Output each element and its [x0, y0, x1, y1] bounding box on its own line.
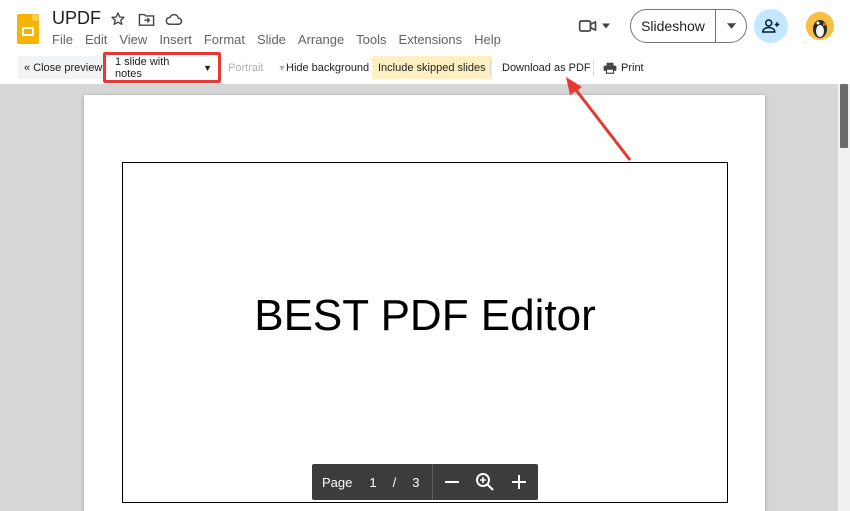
avatar[interactable]	[806, 12, 834, 40]
zoom-icon	[476, 473, 494, 491]
download-pdf-button[interactable]: Download as PDF	[496, 56, 597, 79]
layout-selected-label: 1 slide with notes	[115, 55, 170, 80]
move-folder-icon[interactable]	[136, 10, 156, 28]
scrollbar-thumb[interactable]	[840, 84, 848, 148]
printer-icon	[603, 62, 617, 74]
hide-background-button[interactable]: Hide background	[280, 56, 375, 79]
chevron-down-icon	[726, 23, 736, 29]
page-control-bar: Page 1 / 3	[312, 464, 538, 500]
add-person-icon	[762, 19, 780, 33]
chevron-down-icon: ▼	[203, 62, 212, 73]
page-label: Page	[322, 474, 353, 490]
document-title[interactable]: UPDF	[52, 8, 101, 29]
menu-view[interactable]: View	[119, 32, 147, 47]
slide-frame: BEST PDF Editor	[122, 162, 728, 503]
toolbar-divider	[490, 59, 491, 76]
star-icon[interactable]	[108, 10, 128, 28]
slideshow-button[interactable]: Slideshow	[630, 9, 747, 43]
zoom-out-button[interactable]	[443, 473, 461, 491]
print-label: Print	[621, 61, 644, 74]
menu-edit[interactable]: Edit	[85, 32, 107, 47]
cloud-icon[interactable]	[164, 10, 184, 28]
header: UPDF File Edit View Insert Format Slide …	[0, 0, 850, 52]
print-preview-toolbar: « Close preview 1 slide with notes ▼ Por…	[0, 52, 850, 83]
menu-help[interactable]: Help	[474, 32, 501, 47]
page-separator: /	[392, 474, 397, 490]
print-button[interactable]: Print	[597, 56, 650, 79]
layout-dropdown[interactable]: 1 slide with notes ▼	[103, 52, 221, 83]
toolbar-divider	[593, 59, 594, 76]
zoom-in-button[interactable]	[510, 473, 528, 491]
meet-button[interactable]	[578, 16, 614, 36]
menu-slide[interactable]: Slide	[257, 32, 286, 47]
menu-extensions[interactable]: Extensions	[399, 32, 463, 47]
include-skipped-slides-button[interactable]: Include skipped slides	[372, 56, 492, 79]
scrollbar-track[interactable]	[838, 84, 850, 511]
chevron-down-icon	[602, 23, 610, 29]
video-camera-icon	[578, 20, 597, 32]
close-preview-button[interactable]: « Close preview	[18, 56, 109, 79]
orientation-label: Portrait	[228, 61, 264, 74]
page-control-divider	[432, 464, 433, 500]
slideshow-label[interactable]: Slideshow	[631, 10, 716, 42]
current-page: 1	[369, 474, 377, 490]
slides-logo-icon[interactable]	[17, 14, 39, 44]
title-actions	[108, 10, 184, 28]
plus-icon	[512, 475, 526, 489]
menu-format[interactable]: Format	[204, 32, 245, 47]
menu-tools[interactable]: Tools	[356, 32, 386, 47]
menu-file[interactable]: File	[52, 32, 73, 47]
total-pages: 3	[412, 474, 420, 490]
slideshow-dropdown[interactable]	[716, 10, 746, 42]
minus-icon	[445, 481, 459, 483]
share-button[interactable]	[754, 9, 788, 43]
menu-insert[interactable]: Insert	[159, 32, 192, 47]
menu-bar: File Edit View Insert Format Slide Arran…	[52, 32, 513, 47]
menu-arrange[interactable]: Arrange	[298, 32, 344, 47]
zoom-fit-button[interactable]	[475, 472, 495, 492]
slide-title: BEST PDF Editor	[254, 291, 596, 340]
